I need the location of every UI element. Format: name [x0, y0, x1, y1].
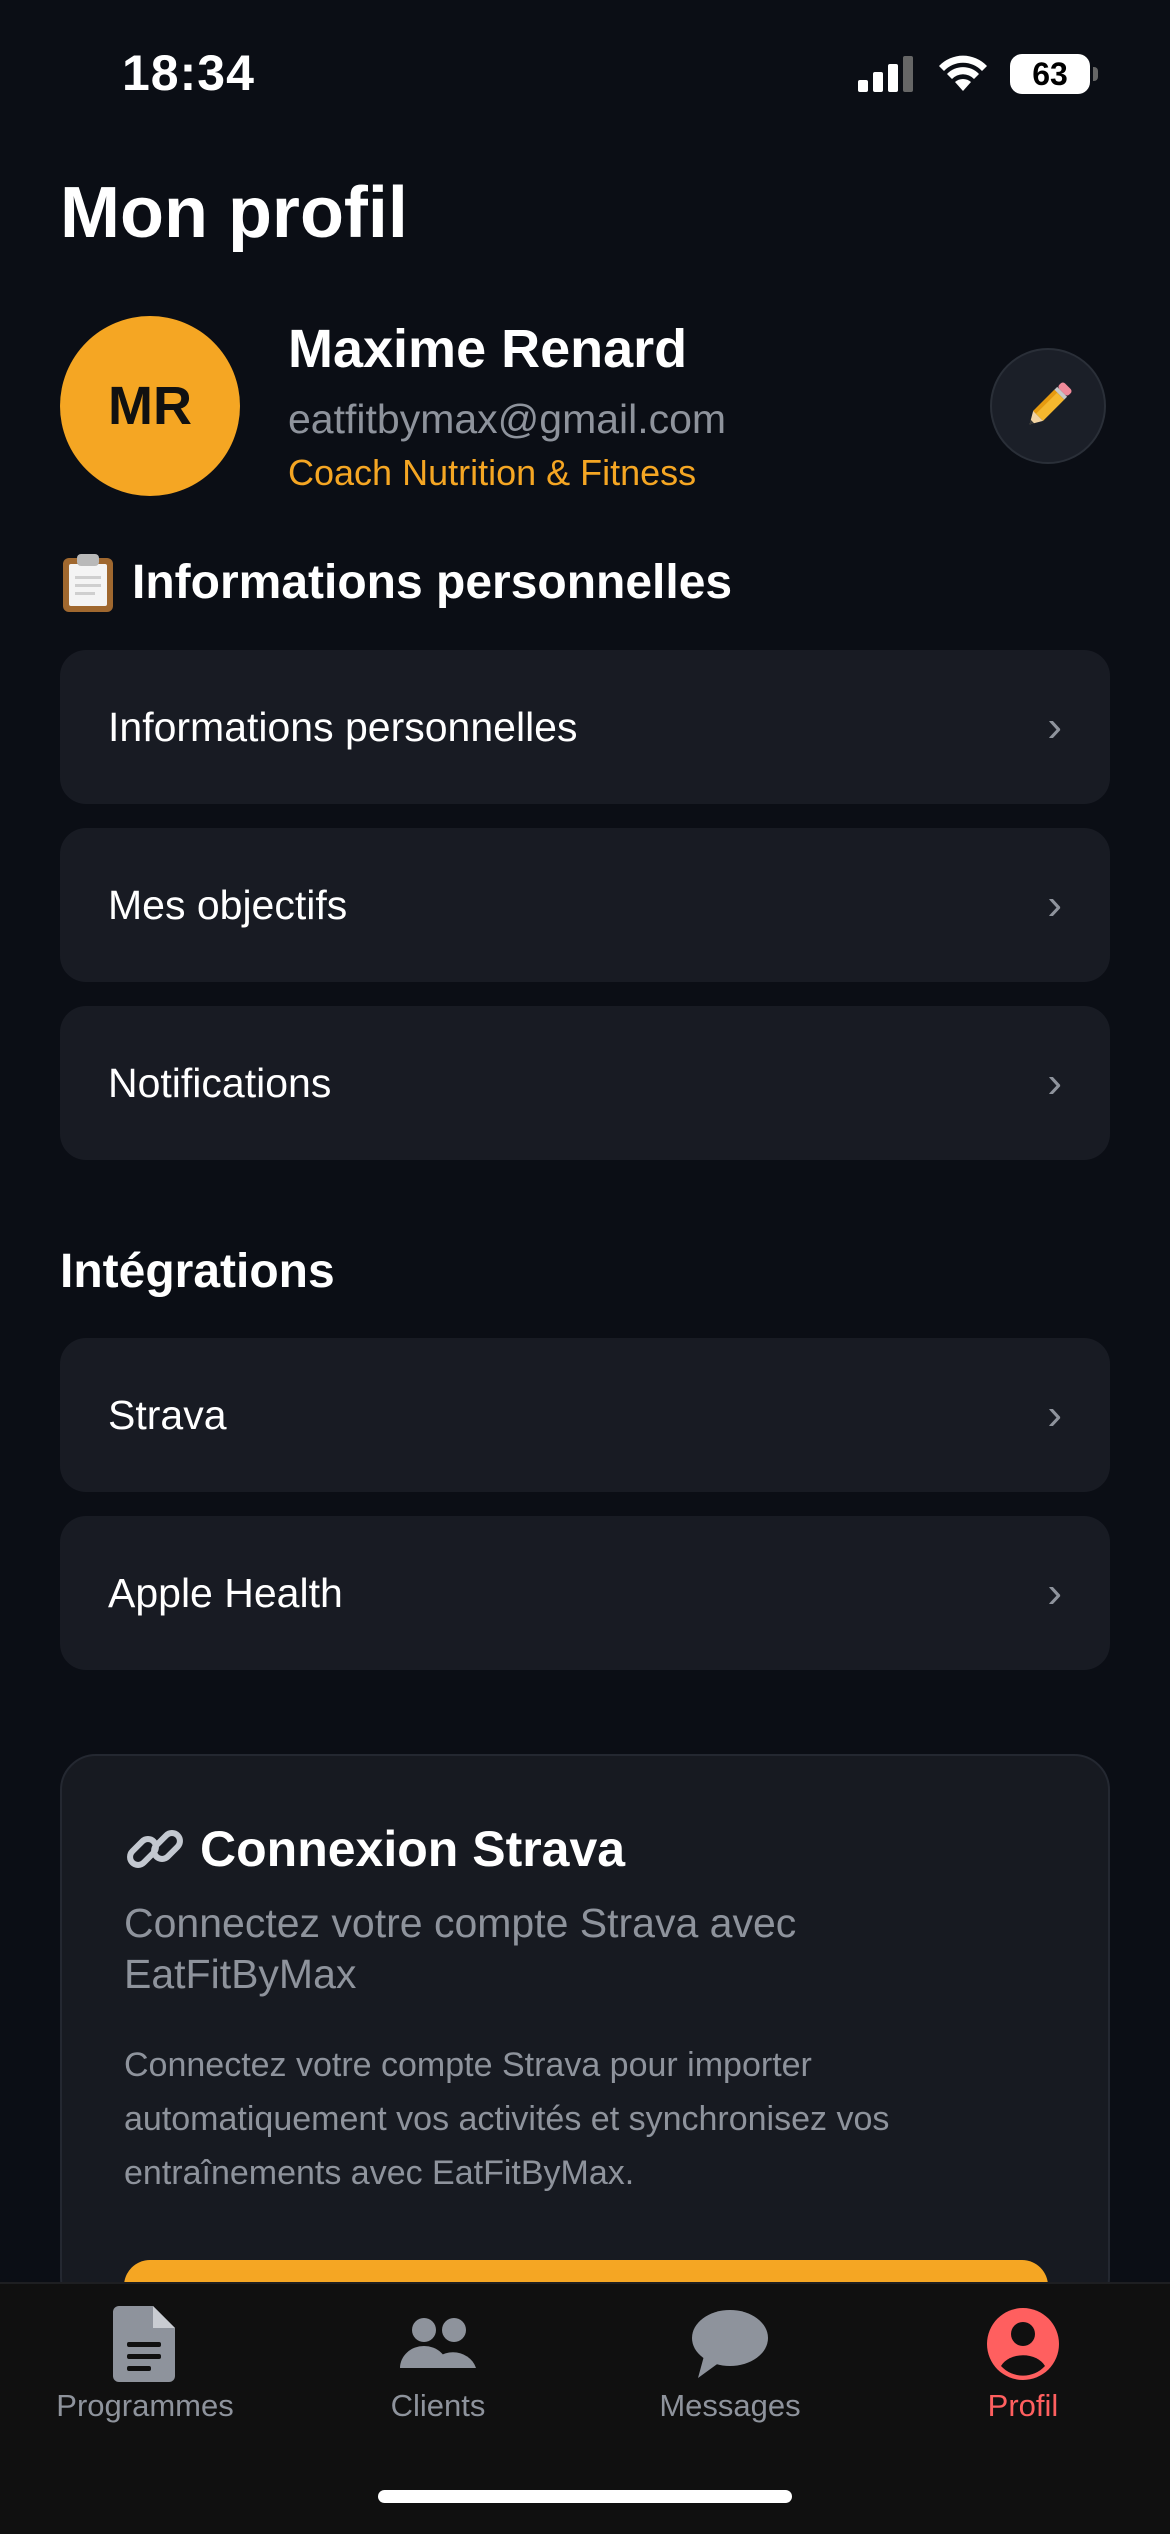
link-icon: [127, 1830, 183, 1868]
chevron-right-icon: ›: [1047, 1390, 1062, 1439]
strava-card-title-text: Connexion Strava: [200, 1821, 626, 1877]
status-icons: 63: [858, 54, 1098, 94]
tab-label: Clients: [390, 2388, 486, 2423]
personal-section-title: Informations personnelles: [60, 552, 732, 612]
menu-item-apple-health[interactable]: Apple Health ›: [60, 1516, 1110, 1670]
menu-item-label: Strava: [108, 1391, 227, 1438]
menu-item-strava[interactable]: Strava ›: [60, 1338, 1110, 1492]
strava-card-subtitle: Connectez votre compte Strava avec EatFi…: [124, 1900, 797, 1997]
avatar-initials: MR: [108, 376, 192, 436]
user-name: Maxime Renard: [288, 319, 688, 379]
tab-label: Programmes: [56, 2388, 234, 2423]
home-indicator: [378, 2490, 792, 2503]
pencil-icon: [1029, 382, 1072, 425]
tab-programmes[interactable]: Programmes: [25, 2306, 265, 2424]
strava-card-title: Connexion Strava: [124, 1818, 625, 1880]
tab-label: Messages: [659, 2388, 801, 2423]
menu-item-label: Informations personnelles: [108, 703, 578, 750]
clipboard-icon: [63, 554, 113, 612]
tab-profil[interactable]: Profil: [903, 2306, 1143, 2424]
personal-section-label: Informations personnelles: [132, 555, 733, 609]
battery-icon: 63: [1010, 54, 1098, 94]
menu-item-personal-info[interactable]: Informations personnelles ›: [60, 650, 1110, 804]
menu-item-notifications[interactable]: Notifications ›: [60, 1006, 1110, 1160]
edit-profile-button[interactable]: [990, 348, 1106, 464]
integrations-section-title: Intégrations: [60, 1244, 335, 1299]
user-email: eatfitbymax@gmail.com: [288, 396, 727, 442]
chevron-right-icon: ›: [1047, 1058, 1062, 1107]
user-role: Coach Nutrition & Fitness: [288, 452, 697, 493]
chevron-right-icon: ›: [1047, 702, 1062, 751]
chat-bubble-icon: [692, 2310, 768, 2378]
tab-label: Profil: [987, 2388, 1059, 2423]
users-icon: [400, 2318, 476, 2368]
signal-icon: [858, 56, 913, 92]
tab-messages[interactable]: Messages: [610, 2306, 850, 2424]
strava-connect-card: Connexion Strava Connectez votre compte …: [60, 1754, 1110, 2314]
status-bar: 18:34 63: [0, 0, 1170, 150]
strava-card-description: Connectez votre compte Strava pour impor…: [124, 2046, 890, 2192]
menu-item-label: Notifications: [108, 1059, 332, 1106]
menu-item-label: Mes objectifs: [108, 881, 348, 928]
wifi-icon: [939, 55, 987, 91]
avatar: MR: [60, 316, 240, 496]
status-time: 18:34: [122, 45, 255, 101]
menu-item-goals[interactable]: Mes objectifs ›: [60, 828, 1110, 982]
page-title: Mon profil: [60, 173, 408, 253]
battery-level: 63: [1032, 55, 1068, 92]
integrations-section-label: Intégrations: [60, 1245, 335, 1298]
tab-clients[interactable]: Clients: [318, 2306, 558, 2424]
chevron-right-icon: ›: [1047, 880, 1062, 929]
profile-icon: [987, 2308, 1059, 2380]
document-icon: [113, 2306, 175, 2382]
menu-item-label: Apple Health: [108, 1569, 343, 1616]
chevron-right-icon: ›: [1047, 1568, 1062, 1617]
